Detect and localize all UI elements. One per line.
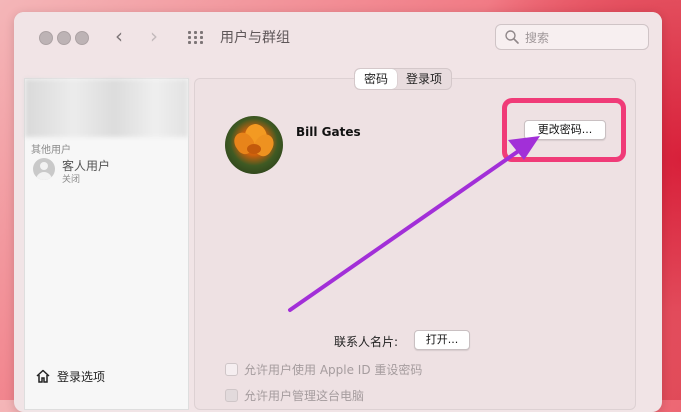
users-sidebar: 其他用户 客人用户 关闭 登录选项 bbox=[24, 78, 189, 410]
search-field[interactable]: 搜索 bbox=[495, 24, 649, 50]
show-all-grid-icon[interactable] bbox=[188, 31, 206, 45]
tab-bar: 密码 登录项 bbox=[354, 68, 453, 90]
tab-login-items[interactable]: 登录项 bbox=[397, 69, 451, 89]
guest-avatar-icon bbox=[33, 158, 55, 180]
close-button[interactable] bbox=[39, 31, 53, 45]
contact-card-label: 联系人名片: bbox=[334, 335, 399, 349]
apple-id-reset-checkbox[interactable] bbox=[225, 363, 238, 376]
open-contact-button[interactable]: 打开... bbox=[414, 330, 470, 350]
guest-user-status: 关闭 bbox=[62, 175, 81, 185]
change-password-button[interactable]: 更改密码... bbox=[524, 120, 606, 140]
search-icon bbox=[505, 30, 519, 44]
user-full-name: Bill Gates bbox=[296, 125, 361, 139]
zoom-button[interactable] bbox=[75, 31, 89, 45]
title-bar: ‹ › 用户与群组 搜索 bbox=[14, 12, 662, 68]
minimize-button[interactable] bbox=[57, 31, 71, 45]
admin-checkbox[interactable] bbox=[225, 389, 238, 402]
login-options-label: 登录选项 bbox=[57, 370, 106, 384]
admin-label: 允许用户管理这台电脑 bbox=[244, 389, 365, 403]
window-title: 用户与群组 bbox=[220, 30, 290, 46]
search-placeholder: 搜索 bbox=[525, 31, 550, 45]
tab-password[interactable]: 密码 bbox=[355, 69, 398, 89]
back-chevron-icon[interactable]: ‹ bbox=[115, 24, 123, 48]
apple-id-reset-label: 允许用户使用 Apple ID 重设密码 bbox=[244, 363, 423, 377]
other-users-label: 其他用户 bbox=[31, 145, 71, 156]
user-avatar[interactable] bbox=[225, 116, 283, 174]
forward-chevron-icon[interactable]: › bbox=[150, 24, 158, 48]
current-user-row-blurred[interactable] bbox=[25, 79, 188, 137]
home-icon bbox=[36, 369, 50, 383]
